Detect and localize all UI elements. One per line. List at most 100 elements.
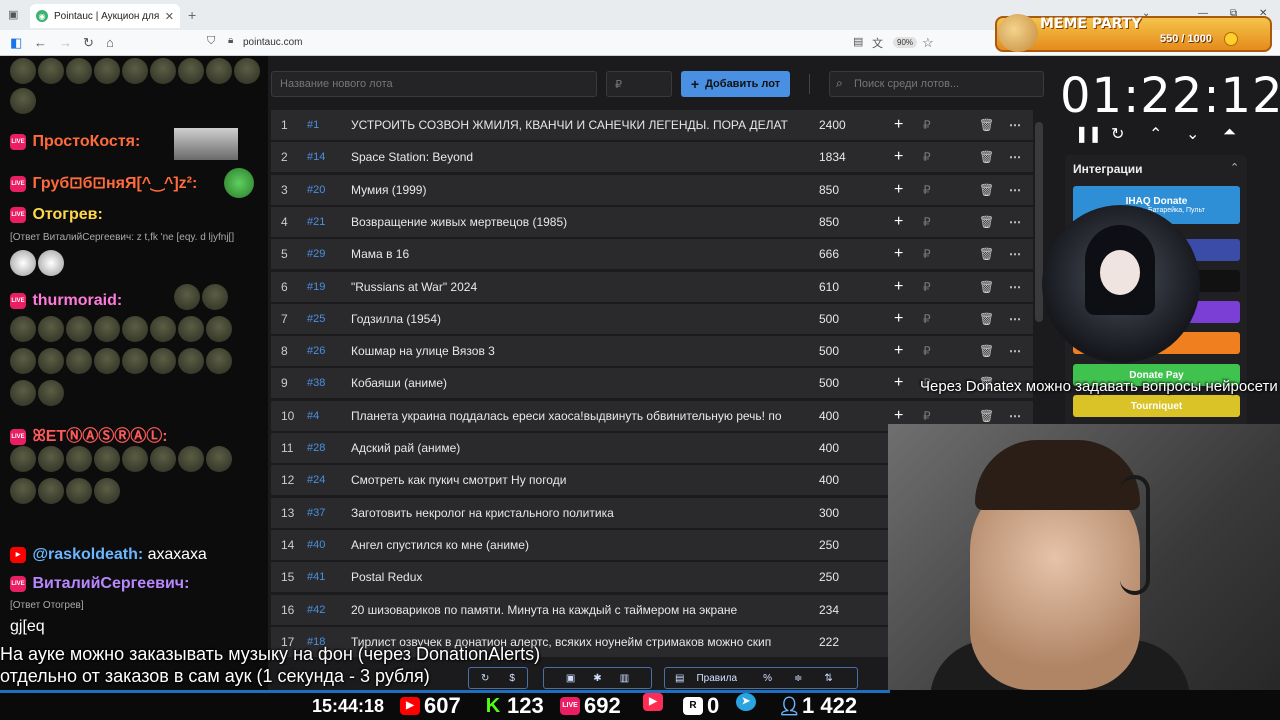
lot-row[interactable]: 3 #20 Мумия (1999) 850 + ₽ 🗑︎ ⋯ xyxy=(271,174,1033,205)
lot-amount: 610 xyxy=(819,279,840,294)
add-lot-button[interactable]: + Добавить лот xyxy=(681,71,790,97)
currency-input[interactable]: ₽ xyxy=(923,150,931,164)
currency-input[interactable]: ₽ xyxy=(923,118,931,132)
double-chevron-up-icon[interactable]: ⏶ xyxy=(1223,124,1236,142)
shield-icon[interactable]: ⛉ xyxy=(207,35,215,48)
delete-icon[interactable]: 🗑︎ xyxy=(979,344,994,358)
youtube-viewers: ▶ 607 xyxy=(400,693,461,719)
split-icon[interactable]: ≑ xyxy=(794,673,802,684)
emote-icon xyxy=(178,58,204,84)
back-icon[interactable]: ← xyxy=(34,35,47,50)
sidebar-toggle-icon[interactable]: ▣ xyxy=(8,8,18,21)
lot-amount: 300 xyxy=(819,505,840,520)
delete-icon[interactable]: 🗑︎ xyxy=(979,215,994,229)
lot-row[interactable]: 9 #38 Кобаяши (аниме) 500 + ₽ 🗑︎ ⋯ xyxy=(271,368,1033,399)
lot-name: Ангел спустился ко мне (аниме) xyxy=(351,537,529,552)
chevron-down-icon[interactable]: ⌄ xyxy=(1186,124,1199,144)
more-options-icon[interactable]: ⋯ xyxy=(1009,247,1021,261)
translate-icon[interactable]: 文 xyxy=(872,35,883,51)
add-amount-icon[interactable]: + xyxy=(894,245,903,263)
add-amount-icon[interactable]: + xyxy=(894,310,903,328)
delete-icon[interactable]: 🗑︎ xyxy=(979,183,994,197)
emote-row xyxy=(10,316,232,342)
more-options-icon[interactable]: ⋯ xyxy=(1009,118,1021,132)
add-amount-icon[interactable]: + xyxy=(894,374,903,392)
rules-icon[interactable]: ▤ xyxy=(675,673,684,684)
delete-icon[interactable]: 🗑︎ xyxy=(979,280,994,294)
new-lot-input[interactable]: Название нового лота xyxy=(271,71,597,97)
person-icon: 👤︎ xyxy=(778,696,801,716)
forward-icon[interactable]: → xyxy=(59,35,72,50)
percent-icon[interactable]: % xyxy=(763,673,772,684)
lot-row[interactable]: 1 #1 УСТРОИТЬ СОЗВОН ЖМИЛЯ, КВАНЧИ И САНЕЧ… xyxy=(271,110,1033,140)
pause-icon[interactable]: ❚❚ xyxy=(1075,124,1102,144)
new-tab-button[interactable]: + xyxy=(188,7,196,23)
lot-amount: 250 xyxy=(819,570,840,585)
lot-name: 20 шизовариков по памяти. Минута на кажд… xyxy=(351,602,738,617)
rules-button[interactable]: Правила xyxy=(696,673,737,684)
lot-row[interactable]: 8 #26 Кошмар на улице Вязов 3 500 + ₽ 🗑︎ ⋯ xyxy=(271,336,1033,367)
more-options-icon[interactable]: ⋯ xyxy=(1009,409,1021,423)
more-options-icon[interactable]: ⋯ xyxy=(1009,150,1021,164)
add-amount-icon[interactable]: + xyxy=(894,407,903,425)
add-amount-icon[interactable]: + xyxy=(894,116,903,134)
url-field[interactable]: pointauc.com xyxy=(243,37,302,48)
chevron-up-icon[interactable]: ⌃ xyxy=(1149,124,1162,144)
currency-input[interactable]: ₽ xyxy=(923,409,931,423)
bookmark-star-icon[interactable]: ☆ xyxy=(922,35,934,51)
add-amount-icon[interactable]: + xyxy=(894,342,903,360)
lot-row[interactable]: 2 #14 Space Station: Beyond 1834 + ₽ 🗑︎ ⋯ xyxy=(271,142,1033,173)
delete-icon[interactable]: 🗑︎ xyxy=(979,312,994,326)
delete-icon[interactable]: 🗑︎ xyxy=(979,247,994,261)
more-options-icon[interactable]: ⋯ xyxy=(1009,183,1021,197)
currency-input[interactable]: ₽ xyxy=(923,183,931,197)
currency-input[interactable]: ₽ xyxy=(923,312,931,326)
lot-id: #37 xyxy=(307,506,326,519)
reset-icon[interactable]: ↻ xyxy=(1111,124,1124,144)
currency-input[interactable]: ₽ xyxy=(923,215,931,229)
more-options-icon[interactable]: ⋯ xyxy=(1009,280,1021,294)
more-options-icon[interactable]: ⋯ xyxy=(1009,215,1021,229)
dollar-icon[interactable]: $ xyxy=(509,673,515,684)
r-icon: R xyxy=(683,697,703,715)
zoom-level[interactable]: 90% xyxy=(893,37,918,48)
delete-icon[interactable]: 🗑︎ xyxy=(979,409,994,423)
currency-input[interactable]: ₽ xyxy=(923,247,931,261)
more-options-icon[interactable]: ⋯ xyxy=(1009,344,1021,358)
delete-icon[interactable]: 🗑︎ xyxy=(979,150,994,164)
lot-amount: 234 xyxy=(819,602,840,617)
reader-icon[interactable]: ▤ xyxy=(853,35,863,48)
delete-icon[interactable]: 🗑︎ xyxy=(979,118,994,132)
integrations-title: Интеграции xyxy=(1073,162,1143,176)
lot-row[interactable]: 4 #21 Возвращение живых мертвецов (1985) 85… xyxy=(271,206,1033,237)
lot-name: "Russians at War" 2024 xyxy=(351,279,478,294)
lot-amount-input[interactable]: ₽ xyxy=(606,71,672,97)
emote-icon xyxy=(66,58,92,84)
collapse-icon[interactable]: ⌃ xyxy=(1230,161,1239,174)
lot-row[interactable]: 5 #29 Мама в 16 666 + ₽ 🗑︎ ⋯ xyxy=(271,239,1033,270)
integration-button[interactable]: Tourniquet xyxy=(1073,395,1240,417)
more-options-icon[interactable]: ⋯ xyxy=(1009,312,1021,326)
search-lots-input[interactable]: Поиск среди лотов... xyxy=(829,71,1044,97)
sort-icon[interactable]: ⇅ xyxy=(824,673,832,684)
save-icon[interactable]: ▣ xyxy=(566,673,575,684)
lot-name: Кобаяши (аниме) xyxy=(351,376,448,391)
home-icon[interactable]: ⌂ xyxy=(106,35,114,50)
lot-row[interactable]: 7 #25 Годзилла (1954) 500 + ₽ 🗑︎ ⋯ xyxy=(271,303,1033,334)
currency-input[interactable]: ₽ xyxy=(923,344,931,358)
add-amount-icon[interactable]: + xyxy=(894,181,903,199)
refresh-icon[interactable]: ↻ xyxy=(481,673,489,684)
browser-tab[interactable]: ◉ Pointauc | Аукцион для стрим ✕ xyxy=(30,4,180,28)
lot-number: 11 xyxy=(281,441,294,455)
bug-icon[interactable]: ✱ xyxy=(593,673,601,684)
reload-icon[interactable]: ↻ xyxy=(83,35,94,51)
lock-icon[interactable]: 🔒︎ xyxy=(228,35,233,46)
currency-input[interactable]: ₽ xyxy=(923,280,931,294)
add-amount-icon[interactable]: + xyxy=(894,213,903,231)
tab-close-icon[interactable]: ✕ xyxy=(165,10,174,23)
add-amount-icon[interactable]: + xyxy=(894,278,903,296)
add-amount-icon[interactable]: + xyxy=(894,148,903,166)
trash-list-icon[interactable]: ▥ xyxy=(620,673,629,684)
extensions-icon[interactable]: ◧ xyxy=(10,35,22,51)
lot-row[interactable]: 6 #19 "Russians at War" 2024 610 + ₽ 🗑︎ ⋯ xyxy=(271,271,1033,302)
